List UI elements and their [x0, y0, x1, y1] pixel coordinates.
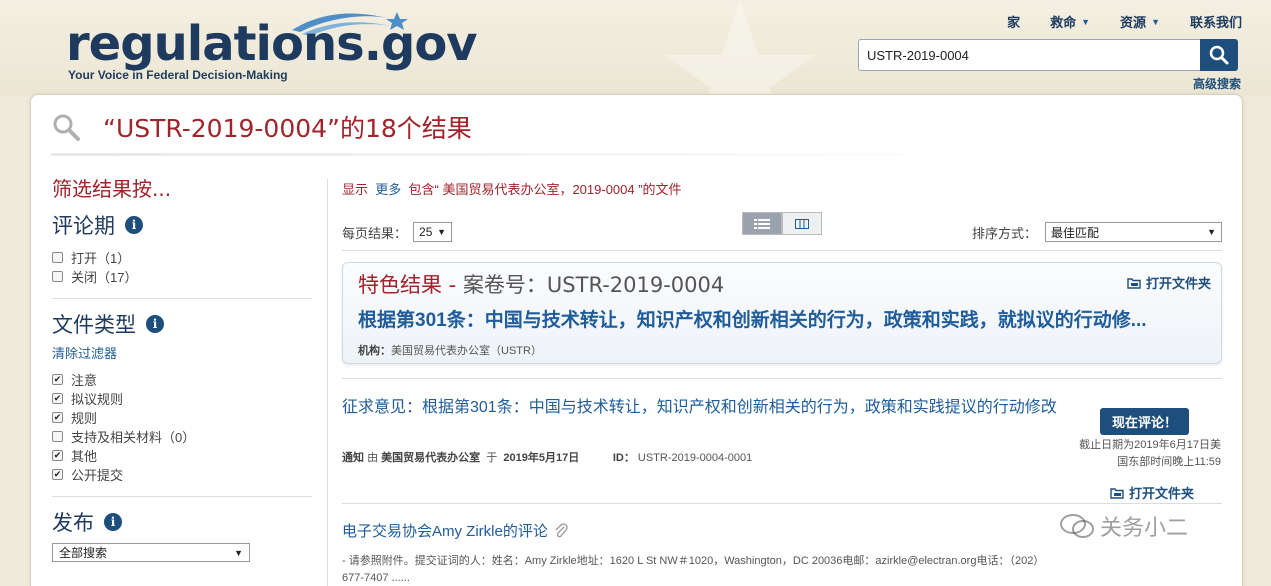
results-toolbar: 每页结果： 25 ▼ 排序方式： 最佳匹配 ▼: [342, 212, 1222, 252]
checkbox[interactable]: ✔: [52, 412, 63, 423]
open-folder-link[interactable]: 打开文件夹: [1127, 273, 1211, 292]
result-divider: [342, 378, 1222, 379]
info-icon[interactable]: i: [125, 216, 143, 234]
list-icon: [754, 218, 770, 229]
header-divider: [51, 153, 1001, 156]
logo-tagline: Your Voice in Federal Decision-Making: [68, 68, 288, 82]
filter-option-closed[interactable]: 关闭（17）: [52, 267, 312, 286]
sidebar-divider: [52, 496, 312, 497]
search-field[interactable]: [858, 39, 1202, 71]
result-title-link[interactable]: 征求意见：根据第301条：中国与技术转让，知识产权和创新相关的行为，政策和实践提…: [342, 393, 1222, 417]
checkbox[interactable]: [52, 271, 63, 282]
filter-option-open[interactable]: 打开（1）: [52, 248, 312, 267]
per-page-select[interactable]: 25 ▼: [413, 222, 453, 242]
site-header: regulations.gov Your Voice in Federal De…: [0, 0, 1271, 96]
info-icon[interactable]: i: [104, 513, 122, 531]
featured-title-link[interactable]: 根据第301条：中国与技术转让，知识产权和创新相关的行为，政策和实践，就拟议的行…: [358, 305, 1206, 332]
column-divider: [327, 179, 328, 586]
search-icon: [1209, 45, 1229, 65]
featured-result: 特色结果 - 案卷号：USTR-2019-0004 打开文件夹 根据第301条：…: [342, 262, 1222, 364]
posted-select[interactable]: 全部搜索 ▼: [52, 543, 250, 562]
checkbox[interactable]: ✔: [52, 450, 63, 461]
nav-home[interactable]: 家: [1007, 12, 1020, 31]
filter-option-other[interactable]: ✔ 其他: [52, 446, 312, 465]
sort-select[interactable]: 最佳匹配 ▼: [1045, 222, 1222, 242]
wechat-icon: [1060, 514, 1094, 538]
result-item: 征求意见：根据第301条：中国与技术转让，知识产权和创新相关的行为，政策和实践提…: [342, 393, 1222, 501]
advanced-search-link[interactable]: 高级搜索: [1193, 75, 1241, 92]
info-icon[interactable]: i: [146, 315, 164, 333]
star-decoration: [665, 0, 815, 96]
filter-option-proposed-rule[interactable]: ✔ 拟议规则: [52, 389, 312, 408]
facet-doc-type: 文件类型 i: [52, 309, 312, 339]
show-more-line: 显示 更多 包含“ 美国贸易代表办公室，2019-0004 ”的文件: [342, 182, 682, 197]
columns-icon: [795, 218, 809, 229]
per-page: 每页结果： 25 ▼: [342, 222, 453, 242]
results-header: “USTR-2019-0004”的18个结果: [51, 109, 472, 145]
clear-filter-link[interactable]: 清除过滤器: [52, 343, 312, 362]
filter-option-rule[interactable]: ✔ 规则: [52, 408, 312, 427]
chevron-down-icon: ▼: [1081, 16, 1091, 27]
comment-now-button[interactable]: 现在评论！: [1099, 408, 1189, 435]
facet-posted: 发布 i: [52, 507, 312, 537]
checkbox[interactable]: [52, 252, 63, 263]
filter-option-notice[interactable]: ✔ 注意: [52, 370, 312, 389]
nav-help[interactable]: 救命 ▼: [1050, 12, 1090, 31]
list-view-button[interactable]: [742, 212, 782, 235]
nav-contact[interactable]: 联系我们: [1190, 12, 1242, 31]
top-nav: 家 救命 ▼ 资源 ▼ 联系我们: [977, 12, 1242, 31]
facet-comment-period: 评论期 i: [52, 210, 312, 240]
results-title: “USTR-2019-0004”的18个结果: [103, 114, 472, 143]
checkbox[interactable]: ✔: [52, 469, 63, 480]
checkbox[interactable]: ✔: [52, 374, 63, 385]
open-folder-link[interactable]: 打开文件夹: [1110, 483, 1194, 502]
featured-heading: 特色结果 - 案卷号：USTR-2019-0004: [358, 273, 725, 297]
magnifier-icon: [53, 114, 80, 141]
nav-resources[interactable]: 资源 ▼: [1120, 12, 1160, 31]
watermark: 关务小二: [1060, 510, 1188, 542]
result-divider: [342, 503, 1222, 504]
featured-agency: 机构：美国贸易代表办公室（USTR）: [358, 345, 542, 357]
site-logo[interactable]: regulations.gov Your Voice in Federal De…: [66, 8, 478, 88]
show-more-link[interactable]: 更多: [375, 182, 401, 197]
comment-deadline: 截止日期为2019年6月17日美 国东部时间晚上11:59: [1079, 439, 1221, 468]
search-button[interactable]: [1200, 39, 1238, 71]
paperclip-icon: [555, 522, 568, 537]
result-snippet: - 请参照附件。提交证词的人：姓名：Amy Zirkle地址：1620 L St…: [342, 555, 1045, 584]
filter-option-supporting[interactable]: 支持及相关材料（0）: [52, 427, 312, 446]
filter-option-public-submission[interactable]: ✔ 公开提交: [52, 465, 312, 484]
filter-title: 筛选结果按...: [52, 177, 172, 201]
chevron-down-icon: ▼: [234, 547, 243, 558]
chevron-down-icon: ▼: [1151, 16, 1160, 27]
chevron-down-icon: ▼: [1207, 227, 1216, 237]
grid-view-button[interactable]: [782, 212, 822, 235]
folder-icon: [1127, 277, 1141, 289]
checkbox[interactable]: ✔: [52, 393, 63, 404]
search-input[interactable]: [859, 40, 1201, 70]
view-toggle: [742, 212, 822, 235]
filter-sidebar: 筛选结果按... 评论期 i 打开（1） 关闭（17） 文件类型 i 清除过滤器 ✔…: [52, 173, 312, 562]
checkbox[interactable]: [52, 431, 63, 442]
toolbar-divider: [342, 250, 1222, 251]
chevron-down-icon: ▼: [437, 227, 447, 237]
sidebar-divider: [52, 298, 312, 299]
folder-icon: [1110, 487, 1124, 499]
logo-wordmark: regulations.gov: [66, 16, 478, 72]
sort-by: 排序方式： 最佳匹配 ▼: [972, 222, 1222, 242]
